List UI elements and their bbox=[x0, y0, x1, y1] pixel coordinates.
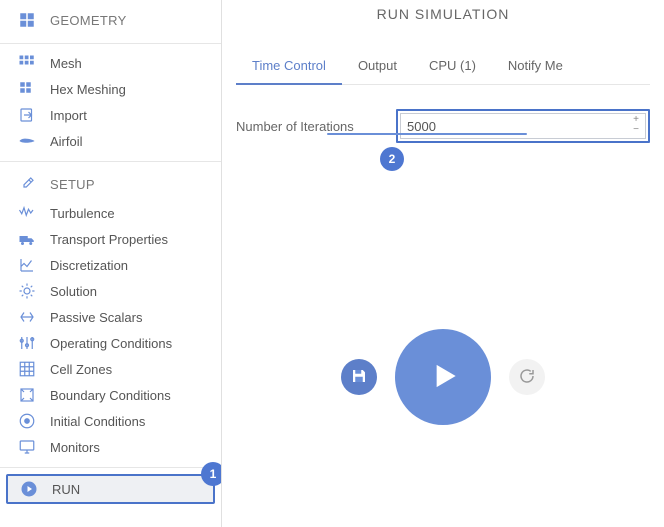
gear-icon bbox=[18, 282, 36, 300]
tab-time-control[interactable]: Time Control bbox=[236, 50, 342, 85]
reload-button[interactable] bbox=[509, 359, 545, 395]
item-label: Boundary Conditions bbox=[50, 388, 171, 403]
divider bbox=[0, 43, 221, 44]
mesh-icon bbox=[18, 54, 36, 72]
item-label: Discretization bbox=[50, 258, 128, 273]
sidebar: GEOMETRY Mesh Hex Meshing Import Airfoil… bbox=[0, 0, 222, 527]
boundary-icon bbox=[18, 386, 36, 404]
save-icon bbox=[350, 367, 368, 388]
scalar-icon bbox=[18, 308, 36, 326]
import-icon bbox=[18, 106, 36, 124]
item-label: Import bbox=[50, 108, 87, 123]
sidebar-item-cellzones[interactable]: Cell Zones bbox=[0, 356, 221, 382]
sidebar-item-discretization[interactable]: Discretization bbox=[0, 252, 221, 278]
iterations-steppers: + − bbox=[630, 115, 642, 135]
item-label: Passive Scalars bbox=[50, 310, 142, 325]
setup-icon bbox=[18, 175, 36, 193]
sidebar-item-hex[interactable]: Hex Meshing bbox=[0, 76, 221, 102]
sidebar-item-airfoil[interactable]: Airfoil bbox=[0, 128, 221, 154]
item-label: Initial Conditions bbox=[50, 414, 145, 429]
sidebar-item-monitors[interactable]: Monitors bbox=[0, 434, 221, 460]
cat-label: GEOMETRY bbox=[50, 13, 127, 28]
annotation-1: 1 bbox=[201, 462, 222, 486]
sidebar-item-solution[interactable]: Solution bbox=[0, 278, 221, 304]
sidebar-item-mesh[interactable]: Mesh bbox=[0, 50, 221, 76]
sliders-icon bbox=[18, 334, 36, 352]
hex-icon bbox=[18, 80, 36, 98]
iterations-field-wrap: + − 2 bbox=[396, 109, 650, 143]
item-label: Hex Meshing bbox=[50, 82, 126, 97]
iterations-label: Number of Iterations bbox=[236, 119, 376, 134]
geometry-icon bbox=[18, 11, 36, 29]
cat-geometry: GEOMETRY bbox=[0, 4, 221, 36]
reload-icon bbox=[518, 367, 536, 388]
sidebar-item-operating[interactable]: Operating Conditions bbox=[0, 330, 221, 356]
divider bbox=[0, 161, 221, 162]
play-icon bbox=[20, 480, 38, 498]
cat-setup: SETUP bbox=[0, 168, 221, 200]
iterations-input[interactable] bbox=[400, 113, 646, 139]
tab-notify[interactable]: Notify Me bbox=[492, 50, 579, 84]
sidebar-item-boundary[interactable]: Boundary Conditions bbox=[0, 382, 221, 408]
tabs: Time Control Output CPU (1) Notify Me bbox=[236, 50, 650, 85]
sidebar-item-passive[interactable]: Passive Scalars bbox=[0, 304, 221, 330]
annotation-2: 2 bbox=[380, 147, 404, 171]
turbulence-icon bbox=[18, 204, 36, 222]
sidebar-item-turbulence[interactable]: Turbulence bbox=[0, 200, 221, 226]
step-down[interactable]: − bbox=[630, 125, 642, 135]
airfoil-icon bbox=[18, 132, 36, 150]
initial-icon bbox=[18, 412, 36, 430]
sidebar-item-initial[interactable]: Initial Conditions bbox=[0, 408, 221, 434]
discretization-icon bbox=[18, 256, 36, 274]
divider bbox=[0, 467, 221, 468]
cat-label: SETUP bbox=[50, 177, 95, 192]
item-label: RUN bbox=[52, 482, 80, 497]
controls bbox=[236, 329, 650, 425]
sidebar-item-transport[interactable]: Transport Properties bbox=[0, 226, 221, 252]
tab-output[interactable]: Output bbox=[342, 50, 413, 84]
item-label: Solution bbox=[50, 284, 97, 299]
cells-icon bbox=[18, 360, 36, 378]
item-label: Turbulence bbox=[50, 206, 115, 221]
play-icon bbox=[424, 357, 462, 398]
save-button[interactable] bbox=[341, 359, 377, 395]
item-label: Airfoil bbox=[50, 134, 83, 149]
sidebar-item-import[interactable]: Import bbox=[0, 102, 221, 128]
page-title: RUN SIMULATION bbox=[236, 6, 650, 22]
item-label: Operating Conditions bbox=[50, 336, 172, 351]
play-button[interactable] bbox=[395, 329, 491, 425]
tab-cpu[interactable]: CPU (1) bbox=[413, 50, 492, 84]
truck-icon bbox=[18, 230, 36, 248]
main-panel: RUN SIMULATION Time Control Output CPU (… bbox=[222, 0, 664, 527]
row-iterations: Number of Iterations + − 2 bbox=[236, 109, 650, 143]
item-label: Mesh bbox=[50, 56, 82, 71]
item-label: Cell Zones bbox=[50, 362, 112, 377]
sidebar-item-run[interactable]: RUN 1 bbox=[6, 474, 215, 504]
monitor-icon bbox=[18, 438, 36, 456]
progress-bar bbox=[327, 133, 527, 135]
item-label: Monitors bbox=[50, 440, 100, 455]
item-label: Transport Properties bbox=[50, 232, 168, 247]
